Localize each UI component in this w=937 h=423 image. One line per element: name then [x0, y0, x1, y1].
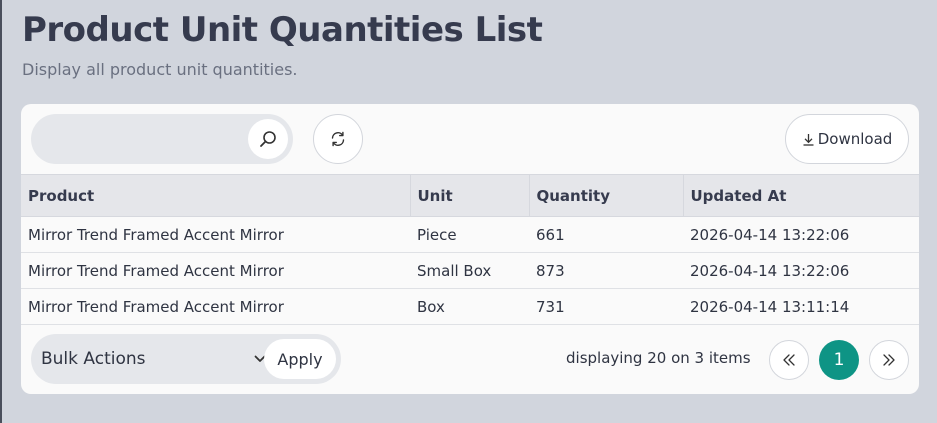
- download-label: Download: [817, 130, 893, 148]
- first-page-button[interactable]: [769, 340, 809, 380]
- column-header-product[interactable]: Product: [21, 174, 410, 217]
- search-box: [31, 114, 293, 164]
- cell-updated-at: 2026-04-14 13:22:06: [683, 216, 919, 253]
- download-button[interactable]: Download: [785, 114, 909, 164]
- table-footer: Bulk Actions Apply displaying 20 on 3 it…: [21, 334, 919, 394]
- refresh-icon: [331, 131, 345, 147]
- cell-product: Mirror Trend Framed Accent Mirror: [21, 216, 410, 253]
- apply-button[interactable]: Apply: [264, 339, 336, 379]
- refresh-button[interactable]: [313, 114, 363, 164]
- search-input[interactable]: [31, 114, 246, 164]
- cell-unit: Small Box: [410, 252, 529, 289]
- cell-quantity: 731: [529, 288, 683, 325]
- cell-unit: Piece: [410, 216, 529, 253]
- cell-unit: Box: [410, 288, 529, 325]
- window-edge: [0, 0, 2, 423]
- column-header-updated-at[interactable]: Updated At: [682, 174, 919, 217]
- table-header-row: Product Unit Quantity Updated At: [21, 174, 919, 217]
- toolbar: Download: [21, 104, 919, 174]
- list-card: Download Product Unit Quantity Updated A…: [21, 104, 919, 394]
- table-row[interactable]: Mirror Trend Framed Accent Mirror Piece …: [21, 216, 919, 253]
- data-table: Product Unit Quantity Updated At Mirror …: [21, 174, 919, 325]
- search-icon: [260, 131, 276, 147]
- column-header-unit[interactable]: Unit: [409, 174, 529, 217]
- cell-updated-at: 2026-04-14 13:11:14: [683, 288, 919, 325]
- column-header-quantity[interactable]: Quantity: [528, 174, 683, 217]
- last-page-button[interactable]: [869, 340, 909, 380]
- page-1-button[interactable]: 1: [819, 340, 859, 380]
- table-row[interactable]: Mirror Trend Framed Accent Mirror Small …: [21, 252, 919, 289]
- download-icon: [803, 133, 814, 146]
- bulk-actions-select[interactable]: Bulk Actions: [41, 334, 266, 384]
- search-button[interactable]: [248, 119, 288, 159]
- bulk-actions-box: Bulk Actions Apply: [31, 334, 341, 384]
- cell-updated-at: 2026-04-14 13:22:06: [683, 252, 919, 289]
- page-title: Product Unit Quantities List: [22, 10, 543, 50]
- double-chevron-right-icon: [883, 354, 895, 366]
- cell-quantity: 661: [529, 216, 683, 253]
- bulk-actions-label: Bulk Actions: [41, 349, 146, 369]
- pagination-info: displaying 20 on 3 items: [566, 349, 751, 367]
- cell-product: Mirror Trend Framed Accent Mirror: [21, 252, 410, 289]
- cell-quantity: 873: [529, 252, 683, 289]
- page-subtitle: Display all product unit quantities.: [22, 60, 298, 79]
- cell-product: Mirror Trend Framed Accent Mirror: [21, 288, 410, 325]
- table-row[interactable]: Mirror Trend Framed Accent Mirror Box 73…: [21, 288, 919, 325]
- double-chevron-left-icon: [783, 354, 795, 366]
